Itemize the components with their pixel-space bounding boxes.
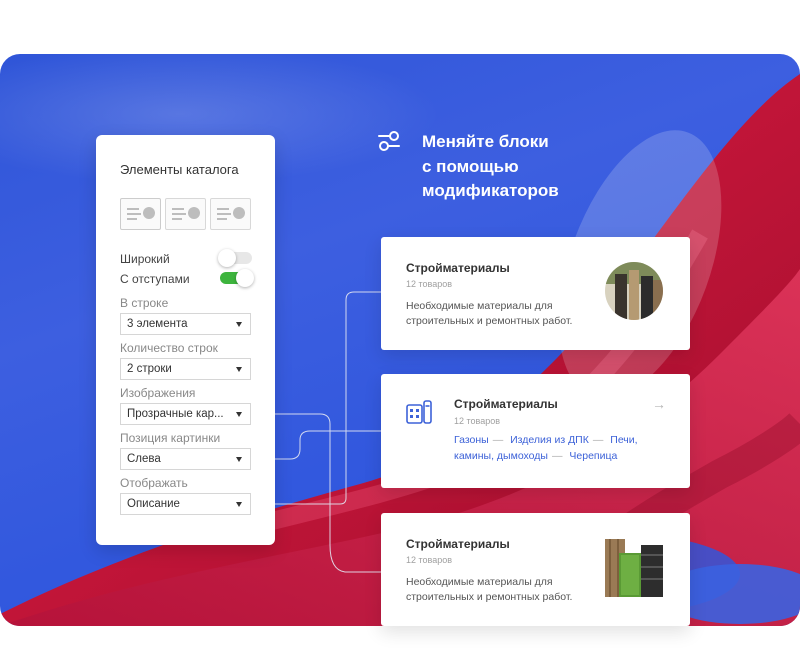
category-card-3[interactable]: Стройматериалы 12 товаров Необходимые ма… xyxy=(381,513,690,626)
toggle-wide: Широкий xyxy=(120,249,252,267)
field-label-rows: Количество строк xyxy=(120,341,218,355)
toggle-padding-switch[interactable] xyxy=(220,269,254,287)
subcategory-link[interactable]: Черепица xyxy=(569,450,617,462)
card-title: Стройматериалы xyxy=(406,537,510,551)
subcategory-link[interactable]: камины, дымоходы xyxy=(454,450,548,462)
panel-title: Элементы каталога xyxy=(120,162,239,177)
caret-down-icon xyxy=(236,412,242,417)
catalog-settings-panel: Элементы каталога Широкий С отступами В … xyxy=(96,135,275,545)
select-per-row-value: 3 элемента xyxy=(127,318,188,330)
select-rows[interactable]: 2 строки xyxy=(120,358,251,380)
field-label-display: Отображать xyxy=(120,476,188,490)
subcategory-link[interactable]: Газоны xyxy=(454,434,489,446)
category-thumbnail xyxy=(605,262,663,320)
heading-line-3: модификаторов xyxy=(422,181,559,200)
select-images-value: Прозрачные кар... xyxy=(127,408,224,420)
modifiers-heading: Меняйте блоки с помощью модификаторов xyxy=(422,130,622,204)
arrow-right-icon[interactable]: → xyxy=(652,396,666,412)
category-thumbnail xyxy=(605,539,663,597)
subcategory-link[interactable]: Печи, xyxy=(610,434,637,446)
building-materials-image xyxy=(605,262,663,320)
toggle-wide-label: Широкий xyxy=(120,252,170,266)
toggle-padding: С отступами xyxy=(120,269,254,287)
layout-option-2[interactable] xyxy=(165,198,206,230)
card-count: 12 товаров xyxy=(454,416,501,426)
layout-option-1[interactable] xyxy=(120,198,161,230)
category-card-1[interactable]: Стройматериалы 12 товаров Необходимые ма… xyxy=(381,237,690,350)
field-label-images: Изображения xyxy=(120,386,196,400)
toggle-padding-label: С отступами xyxy=(120,272,190,286)
toggle-wide-switch[interactable] xyxy=(218,249,252,267)
select-image-position-value: Слева xyxy=(127,453,161,465)
caret-down-icon xyxy=(236,457,242,462)
subcategory-link[interactable]: Изделия из ДПК xyxy=(510,434,589,446)
category-card-2[interactable]: Стройматериалы 12 товаров → Газоны — Изде… xyxy=(381,374,690,488)
subcategory-links: Газоны — Изделия из ДПК — Печи, камины, ды… xyxy=(454,434,638,462)
select-images[interactable]: Прозрачные кар... xyxy=(120,403,251,425)
caret-down-icon xyxy=(236,502,242,507)
caret-down-icon xyxy=(236,322,242,327)
field-label-per-row: В строке xyxy=(120,296,169,310)
heading-line-1: Меняйте блоки xyxy=(422,132,549,151)
card-title: Стройматериалы xyxy=(406,261,510,275)
card-count: 12 товаров xyxy=(406,279,453,289)
select-per-row[interactable]: 3 элемента xyxy=(120,313,251,335)
select-display[interactable]: Описание xyxy=(120,493,251,515)
roofing-and-grass-image xyxy=(605,539,663,597)
heading-line-2: с помощью xyxy=(422,156,519,176)
card-description: Необходимые материалы для строительных и… xyxy=(406,576,573,603)
card-title: Стройматериалы xyxy=(454,397,558,411)
select-rows-value: 2 строки xyxy=(127,363,172,375)
field-label-image-position: Позиция картинки xyxy=(120,431,221,445)
sliders-icon xyxy=(378,131,400,151)
layout-option-3[interactable] xyxy=(210,198,251,230)
caret-down-icon xyxy=(236,367,242,372)
select-display-value: Описание xyxy=(127,498,180,510)
card-count: 12 товаров xyxy=(406,555,453,565)
card-description: Необходимые материалы для строительных и… xyxy=(406,300,573,327)
layout-options xyxy=(120,198,251,230)
select-image-position[interactable]: Слева xyxy=(120,448,251,470)
building-materials-icon xyxy=(406,400,432,424)
